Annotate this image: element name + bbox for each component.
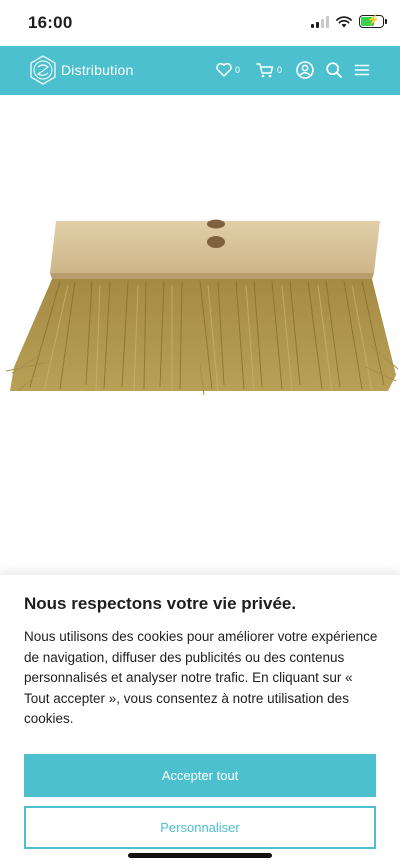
brand-logo-icon[interactable] (28, 55, 58, 85)
wishlist-count: 0 (235, 65, 241, 75)
menu-icon[interactable] (352, 60, 372, 80)
site-header: Distribution 0 0 (0, 46, 400, 95)
status-icons: ⚡ (311, 15, 387, 28)
cookie-title: Nous respectons votre vie privée. (24, 594, 297, 613)
status-time: 16:00 (28, 13, 73, 32)
cookie-description: Nous utilisons des cookies pour améliore… (24, 629, 378, 726)
search-icon[interactable] (324, 60, 344, 80)
broom-head-icon[interactable] (0, 195, 400, 505)
home-indicator[interactable] (128, 853, 272, 858)
battery-icon: ⚡ (359, 15, 387, 28)
status-bar: 16:00 ⚡ (0, 0, 400, 46)
account-icon[interactable] (295, 60, 315, 80)
brand-name[interactable]: Distribution (61, 62, 133, 78)
product-image-area (0, 95, 400, 575)
cart-icon[interactable] (255, 60, 275, 80)
heart-icon[interactable] (214, 60, 234, 80)
cart-count: 0 (277, 65, 283, 75)
charging-bolt-icon: ⚡ (367, 15, 380, 26)
accept-all-button[interactable]: Accepter tout (24, 754, 376, 797)
customize-button[interactable]: Personnaliser (24, 806, 376, 849)
wifi-icon (336, 15, 352, 27)
signal-icon (311, 15, 329, 28)
cookie-consent-banner: Nous respectons votre vie privée. Nous u… (0, 575, 400, 866)
